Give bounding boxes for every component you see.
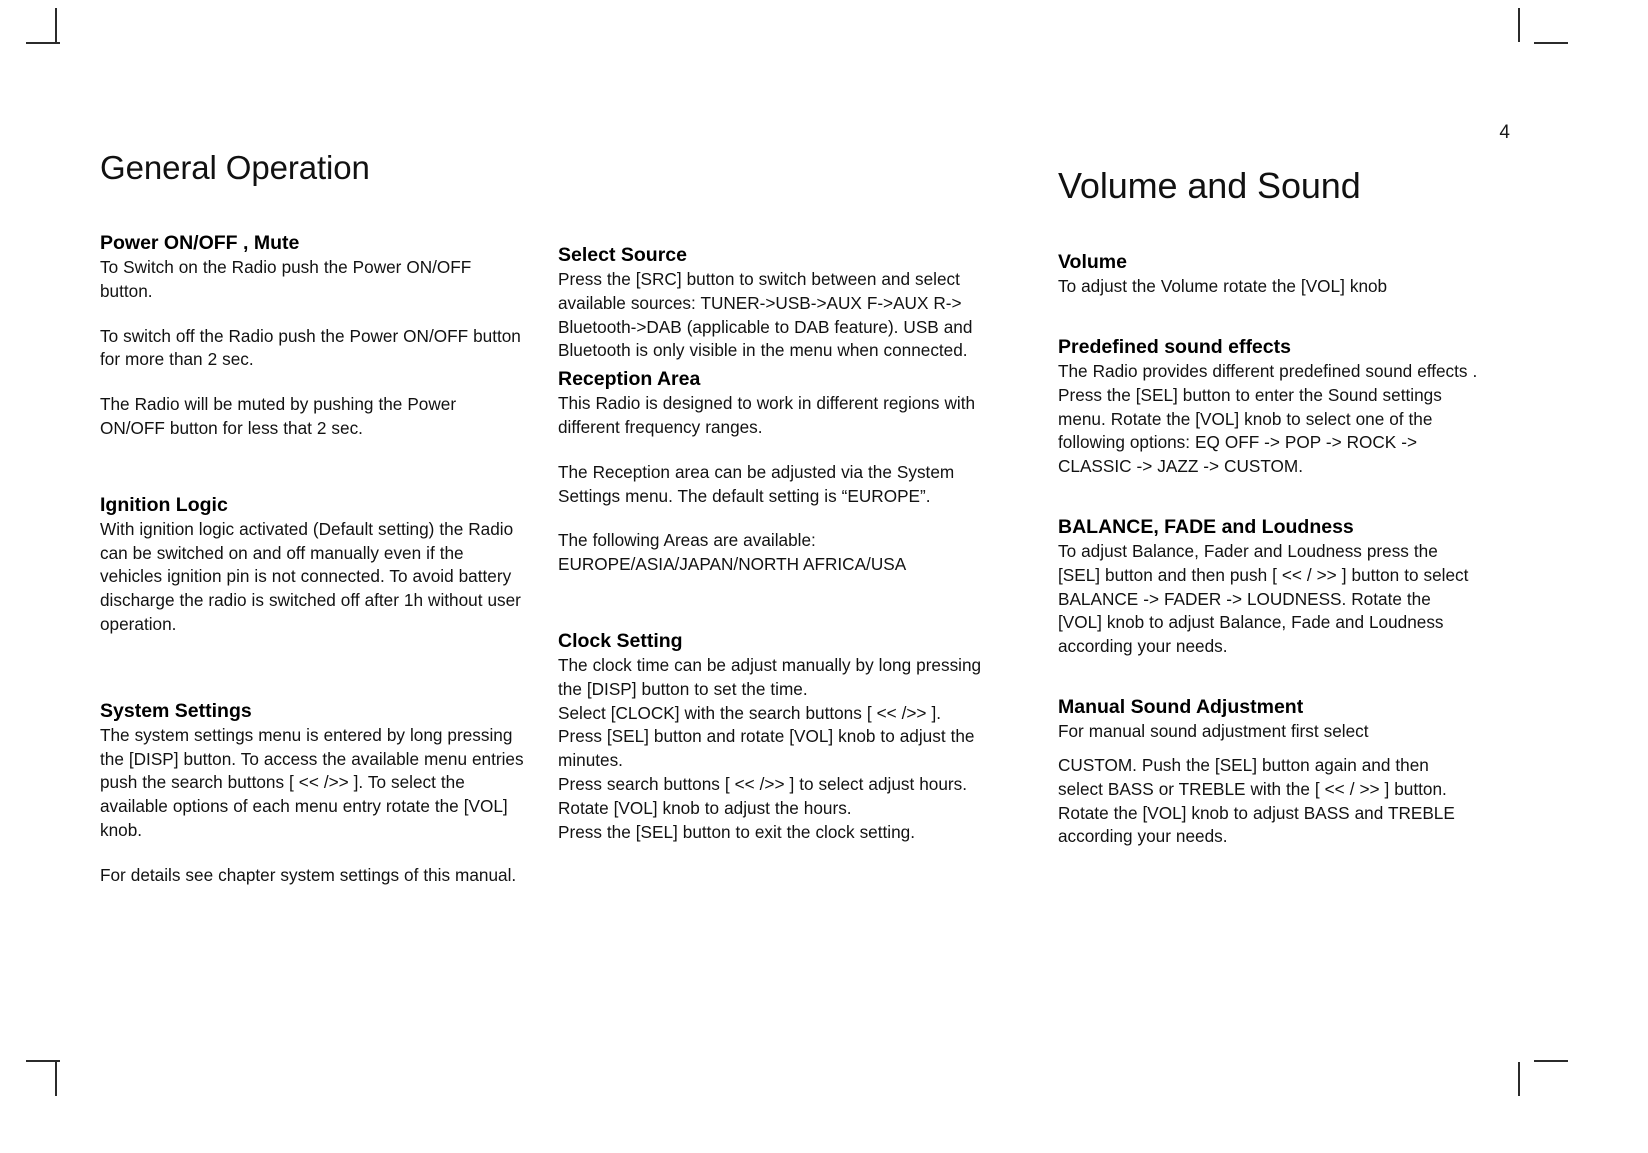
paragraph-system-settings-details: For details see chapter system settings … [100, 864, 517, 885]
section-heading-balance-fade-loudness: BALANCE, FADE and Loudness [1058, 516, 1354, 539]
paragraph-clock-minutes: Press [SEL] button and rotate [VOL] knob… [558, 726, 975, 771]
chapter-title-general-operation: General Operation [100, 149, 370, 186]
section-heading-volume: Volume [1058, 251, 1127, 274]
paragraph-clock-exit: Press the [SEL] button to exit the clock… [558, 821, 915, 842]
paragraph-reception-area-intro: This Radio is designed to work in differ… [558, 393, 976, 437]
paragraph-manual-custom: CUSTOM. Push the [SEL] button again and … [1058, 754, 1455, 847]
paragraph-volume: To adjust the Volume rotate the [VOL] kn… [1058, 276, 1388, 297]
section-heading-select-source: Select Source [558, 244, 687, 266]
paragraph-manual-first-select: For manual sound adjustment first select [1058, 721, 1369, 742]
section-heading-manual-sound-adjustment: Manual Sound Adjustment [1058, 696, 1304, 719]
column-volume-and-sound: Volume and Sound Volume To adjust the Vo… [1058, 150, 1478, 849]
paragraph-ignition-logic: With ignition logic activated (Default s… [100, 518, 521, 634]
paragraph-reception-area-list: The following Areas are available: EUROP… [558, 530, 907, 575]
section-heading-system-settings: System Settings [100, 699, 252, 722]
paragraph-clock-select: Select [CLOCK] with the search buttons [… [558, 702, 941, 723]
paragraph-clock-set-time: The clock time can be adjust manually by… [558, 654, 982, 699]
paragraph-power-switch-off: To switch off the Radio push the Power O… [100, 325, 521, 370]
page-columns: General Operation Power ON/OFF , Mute To… [0, 0, 1648, 1153]
paragraph-balance-fade-loudness: To adjust Balance, Fader and Loudness pr… [1058, 541, 1469, 657]
paragraph-reception-area-adjust: The Reception area can be adjusted via t… [558, 461, 955, 506]
paragraph-clock-hours: Press search buttons [ << />> ] to selec… [558, 774, 967, 818]
chapter-title-volume-and-sound: Volume and Sound [1058, 165, 1361, 206]
section-heading-power-on-off-mute: Power ON/OFF , Mute [100, 231, 300, 254]
paragraph-predefined-intro: The Radio provides different predefined … [1058, 361, 1478, 382]
column-general-operation: General Operation Power ON/OFF , Mute To… [100, 149, 524, 888]
section-heading-clock-setting: Clock Setting [558, 630, 683, 653]
paragraph-power-switch-on: To Switch on the Radio push the Power ON… [100, 256, 472, 301]
paragraph-predefined-options: Press the [SEL] button to enter the Soun… [1058, 384, 1442, 477]
column-select-source: Select Source Press the [SRC] button to … [558, 150, 982, 844]
paragraph-system-settings-menu: The system settings menu is entered by l… [100, 724, 524, 840]
paragraph-power-mute: The Radio will be muted by pushing the P… [100, 394, 457, 438]
section-heading-reception-area: Reception Area [558, 368, 701, 391]
paragraph-select-source: Press the [SRC] button to switch between… [558, 268, 973, 361]
section-heading-ignition-logic: Ignition Logic [100, 493, 228, 516]
section-heading-predefined-sound-effects: Predefined sound effects [1058, 336, 1291, 359]
